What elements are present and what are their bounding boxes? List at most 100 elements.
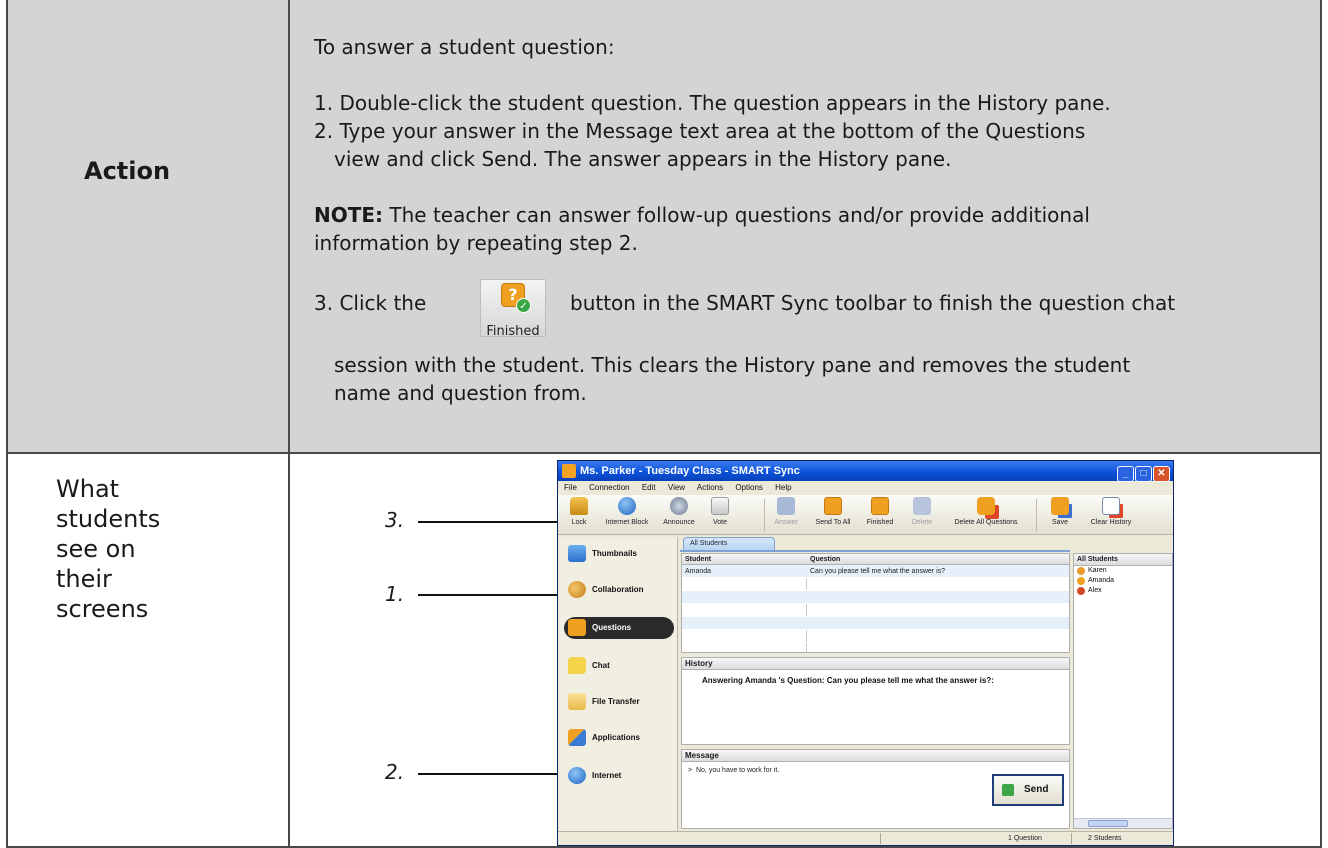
- maximize-icon[interactable]: □: [1135, 466, 1152, 482]
- app-icon: [562, 464, 576, 478]
- student-name: Alex: [1088, 587, 1102, 594]
- vote-icon: [711, 497, 729, 515]
- sidebar-label-thumbnails: Thumbnails: [592, 549, 637, 558]
- message-pane: Message > No, you have to work for it. S…: [681, 749, 1070, 829]
- questions-table-header: Student Question: [682, 554, 1069, 565]
- menu-options[interactable]: Options: [735, 483, 763, 492]
- student-item[interactable]: Alex: [1074, 586, 1172, 596]
- lock-icon: [570, 497, 588, 515]
- clear-history-button[interactable]: Clear History: [1084, 497, 1138, 526]
- step-2-pre: view and click: [334, 147, 482, 171]
- sidebar-item-internet[interactable]: Internet: [564, 765, 674, 787]
- question-finished-icon: [871, 497, 889, 515]
- collaboration-icon: [568, 581, 586, 598]
- globe-block-icon: [618, 497, 636, 515]
- action-label: Action: [84, 157, 171, 185]
- horizontal-scrollbar[interactable]: [1074, 818, 1172, 828]
- answer-button[interactable]: Answer: [768, 497, 804, 526]
- save-button[interactable]: Save: [1042, 497, 1078, 526]
- student-name: Karen: [1088, 567, 1107, 574]
- students-panel-header: All Students: [1074, 554, 1172, 566]
- sidebar-item-questions[interactable]: Questions: [564, 617, 674, 639]
- delete-all-label: Delete All Questions: [954, 519, 1018, 526]
- thumbnails-icon: [568, 545, 586, 562]
- column-student[interactable]: Student: [685, 554, 711, 565]
- delete-label: Delete: [911, 519, 933, 526]
- menu-view[interactable]: View: [668, 483, 685, 492]
- internet-block-button[interactable]: Internet Block: [598, 497, 656, 526]
- question-delete-icon: [913, 497, 931, 515]
- send-label: Send: [1024, 784, 1049, 795]
- student-question-icon: [1077, 577, 1085, 585]
- toolbar-separator: [764, 499, 765, 531]
- message-input[interactable]: > No, you have to work for it.: [682, 762, 1069, 774]
- finished-button[interactable]: Finished: [860, 497, 900, 526]
- send-icon: [1002, 784, 1014, 796]
- table-row[interactable]: Amanda Can you please tell me what the a…: [682, 565, 1069, 578]
- student-icon: [1077, 587, 1085, 595]
- note-body: The teacher can answer follow-up questio…: [383, 203, 1090, 227]
- menu-connection[interactable]: Connection: [589, 483, 629, 492]
- message-prompt: >: [688, 767, 693, 774]
- menu-help[interactable]: Help: [775, 483, 791, 492]
- student-item[interactable]: Karen: [1074, 566, 1172, 576]
- sidebar-item-applications[interactable]: Applications: [564, 727, 674, 749]
- announce-label: Announce: [663, 519, 695, 526]
- message-header: Message: [682, 750, 1069, 762]
- step-2-text: 2. Type your answer in the Message text …: [314, 119, 1086, 143]
- save-icon: [1051, 497, 1069, 515]
- scrollbar-thumb[interactable]: [1088, 820, 1128, 827]
- column-question[interactable]: Question: [810, 554, 840, 565]
- student-item[interactable]: Amanda: [1074, 576, 1172, 586]
- history-header: History: [682, 658, 1069, 670]
- students-label-line-5: screens: [56, 595, 149, 623]
- students-label-line-2: students: [56, 505, 161, 533]
- history-pane: History Answering Amanda 's Question: Ca…: [681, 657, 1070, 745]
- step-2-post: . The answer appears in the History pane…: [531, 147, 952, 171]
- step-3: 3. Click the ? ✓ Finished button in the …: [314, 279, 1304, 339]
- note-text-continued: information by repeating step 2.: [314, 231, 638, 255]
- status-divider: [880, 833, 881, 844]
- clear-history-label: Clear History: [1090, 519, 1132, 526]
- note-label: NOTE:: [314, 203, 384, 227]
- column-divider: [288, 0, 290, 848]
- sidebar-label-internet: Internet: [592, 771, 622, 780]
- sidebar-item-chat[interactable]: Chat: [564, 655, 674, 677]
- sidebar-item-collaboration[interactable]: Collaboration: [564, 579, 674, 601]
- menu-file[interactable]: File: [564, 483, 577, 492]
- vote-button[interactable]: Vote: [704, 497, 736, 526]
- menubar: File Connection Edit View Actions Option…: [558, 481, 1173, 495]
- sidebar-item-file-transfer[interactable]: File Transfer: [564, 691, 674, 713]
- lock-label: Lock: [571, 519, 587, 526]
- menu-actions[interactable]: Actions: [697, 483, 723, 492]
- sidebar: Thumbnails Collaboration Questions Chat …: [560, 537, 678, 831]
- internet-block-label: Internet Block: [605, 519, 649, 526]
- tab-all-students[interactable]: All Students: [683, 537, 775, 550]
- announce-icon: [670, 497, 688, 515]
- send-button[interactable]: Send: [992, 774, 1064, 806]
- menu-edit[interactable]: Edit: [642, 483, 656, 492]
- delete-all-questions-button[interactable]: Delete All Questions: [944, 497, 1028, 526]
- minimize-icon[interactable]: _: [1117, 466, 1134, 482]
- send-keyword: Send: [481, 147, 532, 171]
- lock-button[interactable]: Lock: [564, 497, 594, 526]
- students-label-line-4: their: [56, 565, 112, 593]
- step-3-continued-b: name and question from.: [334, 381, 587, 405]
- delete-all-icon: [977, 497, 995, 515]
- action-row: Action To answer a student question: 1. …: [8, 0, 1320, 454]
- announce-button[interactable]: Announce: [658, 497, 700, 526]
- toolbar-separator: [1036, 499, 1037, 531]
- internet-icon: [568, 767, 586, 784]
- questions-icon: [568, 619, 586, 636]
- instructions-heading: To answer a student question:: [314, 35, 615, 59]
- close-icon[interactable]: ✕: [1153, 466, 1170, 482]
- callout-1-label: 1.: [385, 582, 405, 606]
- delete-button[interactable]: Delete: [904, 497, 940, 526]
- send-to-all-button[interactable]: Send To All: [808, 497, 858, 526]
- sidebar-label-chat: Chat: [592, 661, 610, 670]
- sidebar-item-thumbnails[interactable]: Thumbnails: [564, 543, 674, 565]
- finished-label: Finished: [866, 519, 894, 526]
- student-name: Amanda: [1088, 577, 1115, 584]
- finished-button-label: Finished: [486, 324, 540, 339]
- note-text: NOTE: The teacher can answer follow-up q…: [314, 201, 1304, 229]
